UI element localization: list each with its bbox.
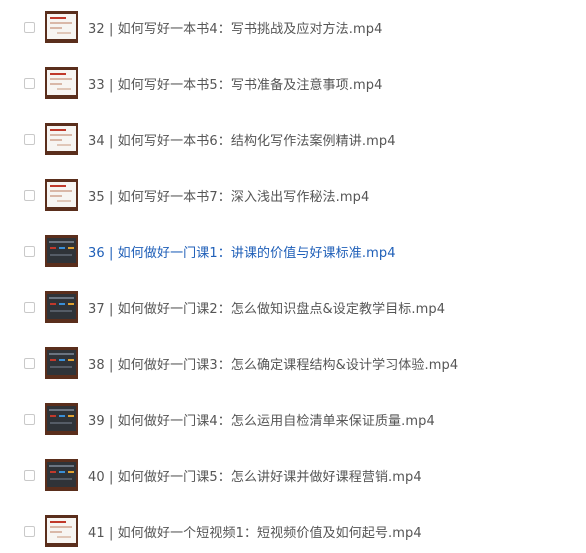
select-checkbox[interactable] bbox=[24, 525, 35, 537]
select-checkbox[interactable] bbox=[24, 21, 35, 33]
video-thumbnail[interactable] bbox=[45, 291, 78, 323]
select-checkbox[interactable] bbox=[24, 189, 35, 201]
video-thumbnail[interactable] bbox=[45, 515, 78, 547]
file-row[interactable]: 36 | 如何做好一门课1：讲课的价值与好课标准.mp4 bbox=[0, 231, 586, 271]
file-name[interactable]: 33 | 如何写好一本书5：写书准备及注意事项.mp4 bbox=[88, 74, 382, 93]
video-thumbnail[interactable] bbox=[45, 347, 78, 379]
file-row[interactable]: 37 | 如何做好一门课2：怎么做知识盘点&设定教学目标.mp4 bbox=[0, 287, 586, 327]
select-checkbox[interactable] bbox=[24, 413, 35, 425]
file-name[interactable]: 37 | 如何做好一门课2：怎么做知识盘点&设定教学目标.mp4 bbox=[88, 298, 445, 317]
video-thumbnail[interactable] bbox=[45, 67, 78, 99]
file-row[interactable]: 33 | 如何写好一本书5：写书准备及注意事项.mp4 bbox=[0, 63, 586, 103]
select-checkbox[interactable] bbox=[24, 301, 35, 313]
file-name[interactable]: 38 | 如何做好一门课3：怎么确定课程结构&设计学习体验.mp4 bbox=[88, 354, 458, 373]
file-name[interactable]: 36 | 如何做好一门课1：讲课的价值与好课标准.mp4 bbox=[88, 242, 396, 261]
file-name[interactable]: 35 | 如何写好一本书7：深入浅出写作秘法.mp4 bbox=[88, 186, 369, 205]
file-row[interactable]: 39 | 如何做好一门课4：怎么运用自检清单来保证质量.mp4 bbox=[0, 399, 586, 439]
select-checkbox[interactable] bbox=[24, 245, 35, 257]
video-thumbnail[interactable] bbox=[45, 403, 78, 435]
file-row[interactable]: 38 | 如何做好一门课3：怎么确定课程结构&设计学习体验.mp4 bbox=[0, 343, 586, 383]
video-thumbnail[interactable] bbox=[45, 123, 78, 155]
select-checkbox[interactable] bbox=[24, 357, 35, 369]
file-row[interactable]: 35 | 如何写好一本书7：深入浅出写作秘法.mp4 bbox=[0, 175, 586, 215]
file-row[interactable]: 40 | 如何做好一门课5：怎么讲好课并做好课程营销.mp4 bbox=[0, 455, 586, 495]
file-row[interactable]: 41 | 如何做好一个短视频1：短视频价值及如何起号.mp4 bbox=[0, 511, 586, 551]
file-name[interactable]: 32 | 如何写好一本书4：写书挑战及应对方法.mp4 bbox=[88, 18, 382, 37]
file-name[interactable]: 39 | 如何做好一门课4：怎么运用自检清单来保证质量.mp4 bbox=[88, 410, 435, 429]
file-name[interactable]: 41 | 如何做好一个短视频1：短视频价值及如何起号.mp4 bbox=[88, 522, 422, 541]
file-row[interactable]: 34 | 如何写好一本书6：结构化写作法案例精讲.mp4 bbox=[0, 119, 586, 159]
file-list: 32 | 如何写好一本书4：写书挑战及应对方法.mp4 33 | 如何写好一本书5… bbox=[0, 0, 586, 553]
file-row[interactable]: 32 | 如何写好一本书4：写书挑战及应对方法.mp4 bbox=[0, 7, 586, 47]
file-name[interactable]: 34 | 如何写好一本书6：结构化写作法案例精讲.mp4 bbox=[88, 130, 396, 149]
video-thumbnail[interactable] bbox=[45, 459, 78, 491]
video-thumbnail[interactable] bbox=[45, 235, 78, 267]
video-thumbnail[interactable] bbox=[45, 11, 78, 43]
file-name[interactable]: 40 | 如何做好一门课5：怎么讲好课并做好课程营销.mp4 bbox=[88, 466, 422, 485]
select-checkbox[interactable] bbox=[24, 469, 35, 481]
video-thumbnail[interactable] bbox=[45, 179, 78, 211]
select-checkbox[interactable] bbox=[24, 133, 35, 145]
select-checkbox[interactable] bbox=[24, 77, 35, 89]
